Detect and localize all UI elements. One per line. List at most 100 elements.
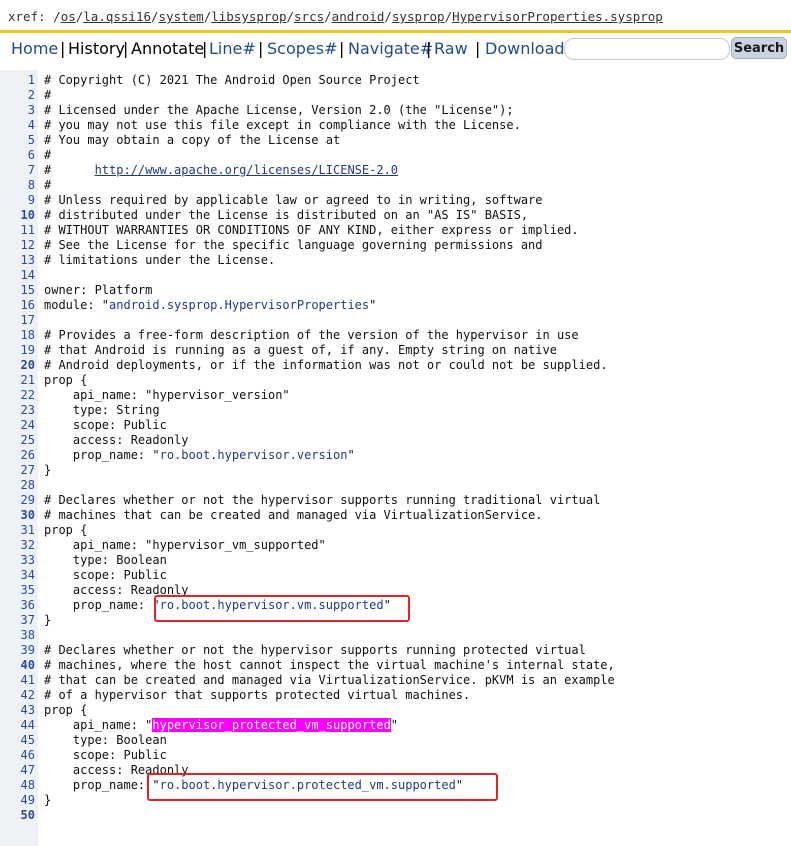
code-text: } xyxy=(44,463,52,477)
line-number[interactable]: 10 xyxy=(0,208,35,223)
line-number[interactable]: 3 xyxy=(0,103,35,118)
line-number[interactable]: 9 xyxy=(0,193,35,208)
code-text: api_name: "hypervisor_protected_vm_suppo… xyxy=(44,718,399,732)
line-number[interactable]: 32 xyxy=(0,538,35,553)
line-number[interactable]: 49 xyxy=(0,793,35,808)
line-number[interactable]: 5 xyxy=(0,133,35,148)
line-number[interactable]: 1 xyxy=(0,73,35,88)
code-text: # xyxy=(44,148,52,162)
line-number[interactable]: 45 xyxy=(0,733,35,748)
code-text: } xyxy=(44,793,52,807)
annotate-link[interactable]: Annotate xyxy=(131,39,204,58)
breadcrumb-android[interactable]: android xyxy=(332,9,385,24)
line-number[interactable]: 29 xyxy=(0,493,35,508)
line-number[interactable]: 50 xyxy=(0,808,35,823)
license-link[interactable]: http://www.apache.org/licenses/LICENSE-2… xyxy=(95,163,398,177)
line-number[interactable]: 11 xyxy=(0,223,35,238)
code-text: prop { xyxy=(44,523,88,537)
line-number[interactable]: 41 xyxy=(0,673,35,688)
line-number[interactable]: 24 xyxy=(0,418,35,433)
line-toggle[interactable]: Line# xyxy=(209,39,256,58)
breadcrumb-prefix: xref: / xyxy=(8,9,61,24)
breadcrumb-la-qssi16[interactable]: la.qssi16 xyxy=(83,9,151,24)
code-text: type: Boolean xyxy=(44,733,167,747)
line-number[interactable]: 19 xyxy=(0,343,35,358)
line-number[interactable]: 17 xyxy=(0,313,35,328)
code-line: 3 # Licensed under the Apache License, Ve… xyxy=(0,103,791,118)
line-number[interactable]: 20 xyxy=(0,358,35,373)
search-input[interactable] xyxy=(564,38,730,60)
line-number[interactable]: 37 xyxy=(0,613,35,628)
line-number[interactable]: 36 xyxy=(0,598,35,613)
line-number[interactable]: 13 xyxy=(0,253,35,268)
line-number[interactable]: 12 xyxy=(0,238,35,253)
navigate-toggle[interactable]: Navigate# xyxy=(348,39,433,58)
search-button[interactable]: Search xyxy=(731,37,787,59)
code-line: 28 xyxy=(0,478,791,493)
code-line: 33 type: Boolean xyxy=(0,553,791,568)
line-number[interactable]: 39 xyxy=(0,643,35,658)
code-line: 18 # Provides a free-form description of … xyxy=(0,328,791,343)
line-number[interactable]: 15 xyxy=(0,283,35,298)
raw-link[interactable]: Raw xyxy=(434,39,468,58)
code-text: prop { xyxy=(44,703,88,717)
nav-separator: | xyxy=(258,39,264,58)
breadcrumb-os[interactable]: os xyxy=(61,9,76,24)
line-number[interactable]: 35 xyxy=(0,583,35,598)
code-line: 9 # Unless required by applicable law or … xyxy=(0,193,791,208)
line-number[interactable]: 38 xyxy=(0,628,35,643)
line-number[interactable]: 30 xyxy=(0,508,35,523)
breadcrumb-libsysprop[interactable]: libsysprop xyxy=(211,9,286,24)
line-number[interactable]: 21 xyxy=(0,373,35,388)
line-number[interactable]: 7 xyxy=(0,163,35,178)
line-number[interactable]: 25 xyxy=(0,433,35,448)
line-number[interactable]: 14 xyxy=(0,268,35,283)
line-number[interactable]: 33 xyxy=(0,553,35,568)
line-number[interactable]: 42 xyxy=(0,688,35,703)
breadcrumb-file[interactable]: HypervisorProperties.sysprop xyxy=(452,9,663,24)
line-number[interactable]: 31 xyxy=(0,523,35,538)
line-number[interactable]: 27 xyxy=(0,463,35,478)
line-number[interactable]: 48 xyxy=(0,778,35,793)
code-text: # of a hypervisor that supports protecte… xyxy=(44,688,471,702)
line-number[interactable]: 6 xyxy=(0,148,35,163)
history-link[interactable]: History xyxy=(68,39,125,58)
code-line: 25 access: Readonly xyxy=(0,433,791,448)
line-number[interactable]: 28 xyxy=(0,478,35,493)
code-text: api_name: "hypervisor_vm_supported" xyxy=(44,538,326,552)
download-link[interactable]: Download xyxy=(485,39,565,58)
code-text: # Declares whether or not the hypervisor… xyxy=(44,493,601,507)
line-number[interactable]: 40 xyxy=(0,658,35,673)
code-line: 45 type: Boolean xyxy=(0,733,791,748)
line-number[interactable]: 34 xyxy=(0,568,35,583)
line-number[interactable]: 16 xyxy=(0,298,35,313)
breadcrumb-srcs[interactable]: srcs xyxy=(294,9,324,24)
line-number[interactable]: 44 xyxy=(0,718,35,733)
code-line: 23 type: String xyxy=(0,403,791,418)
code-text: # http://www.apache.org/licenses/LICENSE… xyxy=(44,163,399,177)
code-text: module: "android.sysprop.HypervisorPrope… xyxy=(44,298,377,312)
line-number[interactable]: 8 xyxy=(0,178,35,193)
breadcrumb-sysprop[interactable]: sysprop xyxy=(392,9,445,24)
line-number[interactable]: 26 xyxy=(0,448,35,463)
line-number[interactable]: 47 xyxy=(0,763,35,778)
code-line: 17 xyxy=(0,313,791,328)
line-number[interactable]: 43 xyxy=(0,703,35,718)
nav-separator: | xyxy=(60,39,66,58)
code-text: prop_name: "ro.boot.hypervisor.version" xyxy=(44,448,355,462)
home-link[interactable]: Home xyxy=(11,39,58,58)
code-text: owner: Platform xyxy=(44,283,153,297)
code-text: # xyxy=(44,178,52,192)
line-number[interactable]: 22 xyxy=(0,388,35,403)
line-number[interactable]: 23 xyxy=(0,403,35,418)
line-number[interactable]: 46 xyxy=(0,748,35,763)
code-line: 30 # machines that can be created and man… xyxy=(0,508,791,523)
scopes-toggle[interactable]: Scopes# xyxy=(267,39,337,58)
code-text: scope: Public xyxy=(44,748,167,762)
code-text: scope: Public xyxy=(44,418,167,432)
line-number[interactable]: 2 xyxy=(0,88,35,103)
line-number[interactable]: 4 xyxy=(0,118,35,133)
code-line: 1 # Copyright (C) 2021 The Android Open S… xyxy=(0,73,791,88)
breadcrumb-system[interactable]: system xyxy=(159,9,204,24)
line-number[interactable]: 18 xyxy=(0,328,35,343)
